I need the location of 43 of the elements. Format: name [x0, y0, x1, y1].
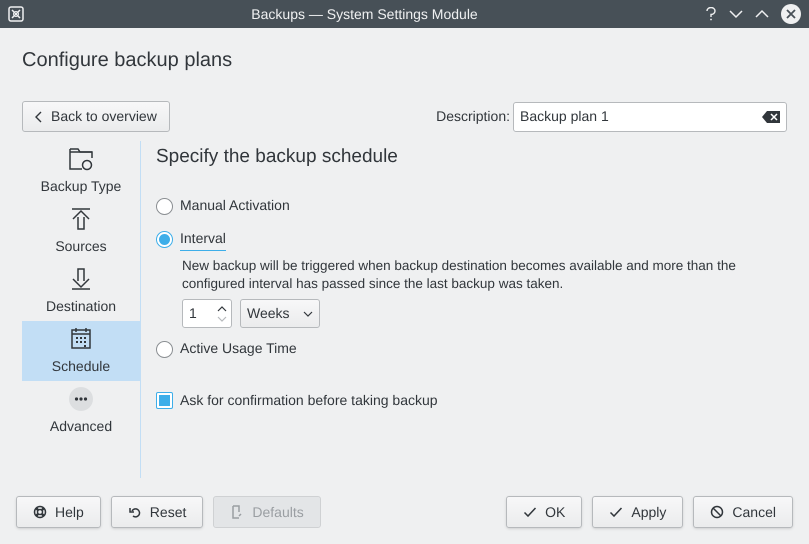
- radio-button[interactable]: [156, 341, 173, 358]
- dialog-button[interactable]: Reset: [110, 496, 204, 528]
- sidebar-item[interactable]: Sources: [22, 201, 140, 261]
- radio-label[interactable]: Active Usage Time: [180, 338, 297, 361]
- sidebar-item[interactable]: Advanced: [22, 381, 140, 441]
- interval-description: New backup will be triggered when backup destination becomes available and more than the configured interval has passed since the last backup was taken.: [182, 257, 737, 293]
- chevron-down-icon: [303, 310, 313, 316]
- page-heading: Configure backup plans: [22, 48, 234, 72]
- checkbox[interactable]: [156, 392, 173, 409]
- number-spinbox[interactable]: 1: [182, 299, 232, 328]
- clear-icon[interactable]: [762, 110, 780, 122]
- dialog-button[interactable]: Apply: [592, 496, 684, 528]
- radio-button[interactable]: [156, 198, 173, 215]
- back-button[interactable]: Back to overview: [22, 101, 170, 132]
- radio-label[interactable]: Interval: [180, 228, 226, 251]
- maximize-icon[interactable]: [755, 9, 769, 19]
- window-title: Backups — System Settings Module: [250, 4, 479, 24]
- help-icon[interactable]: [705, 7, 717, 21]
- sidebar-item[interactable]: Backup Type: [22, 141, 140, 201]
- sidebar-item[interactable]: Schedule: [22, 321, 140, 381]
- description-field[interactable]: Backup plan 1: [513, 102, 787, 132]
- radio-button[interactable]: [156, 231, 173, 248]
- minimize-icon[interactable]: [729, 9, 743, 19]
- close-icon[interactable]: [781, 4, 801, 24]
- chevron-left-icon: [35, 110, 43, 122]
- checkbox-label[interactable]: Ask for confirmation before taking backup: [180, 390, 438, 411]
- app-icon: [8, 6, 24, 22]
- section-title: Specify the backup schedule: [156, 145, 399, 169]
- folder-icon: [68, 146, 94, 172]
- dialog-button[interactable]: Help: [16, 496, 101, 528]
- lifebuoy-icon: [33, 505, 47, 519]
- dialog-button[interactable]: Cancel: [693, 496, 793, 528]
- checkmark-icon: [523, 505, 538, 519]
- description-label: Description:: [436, 107, 510, 126]
- unit-dropdown[interactable]: Weeks: [240, 299, 320, 328]
- cancel-icon: [710, 505, 724, 519]
- dialog-button[interactable]: OK: [506, 496, 582, 528]
- sidebar-item[interactable]: Destination: [22, 261, 140, 321]
- checkmark-icon: [609, 505, 624, 519]
- more-icon: [68, 386, 94, 412]
- document-icon: [230, 505, 244, 519]
- undo-icon: [128, 505, 142, 519]
- radio-label[interactable]: Manual Activation: [180, 195, 290, 218]
